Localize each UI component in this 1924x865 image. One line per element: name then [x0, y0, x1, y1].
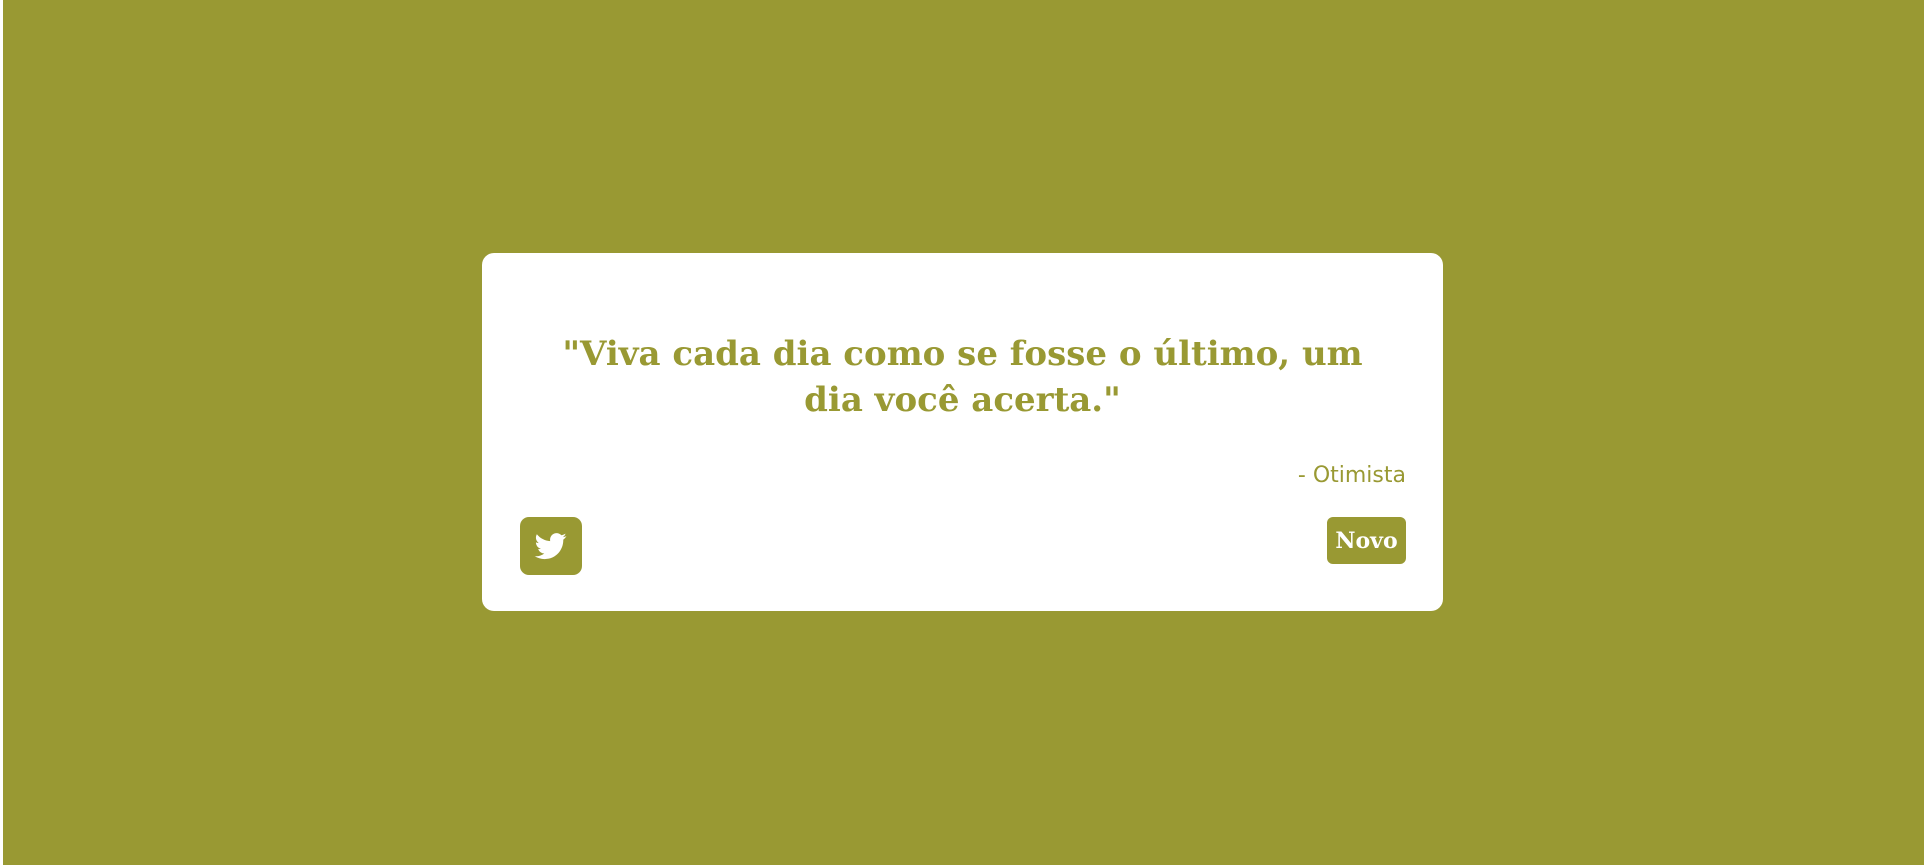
- quote-author: - Otimista: [1297, 463, 1406, 488]
- twitter-bird-icon: [534, 533, 567, 560]
- page-background: { "theme": { "accent_color": "#999933", …: [0, 0, 1924, 865]
- viewport-edge: [0, 0, 3, 865]
- new-quote-button[interactable]: Novo: [1327, 517, 1406, 564]
- quote-card: "Viva cada dia como se fosse o último, u…: [482, 253, 1443, 611]
- quote-text: "Viva cada dia como se fosse o último, u…: [562, 334, 1363, 420]
- tweet-button[interactable]: [520, 517, 582, 575]
